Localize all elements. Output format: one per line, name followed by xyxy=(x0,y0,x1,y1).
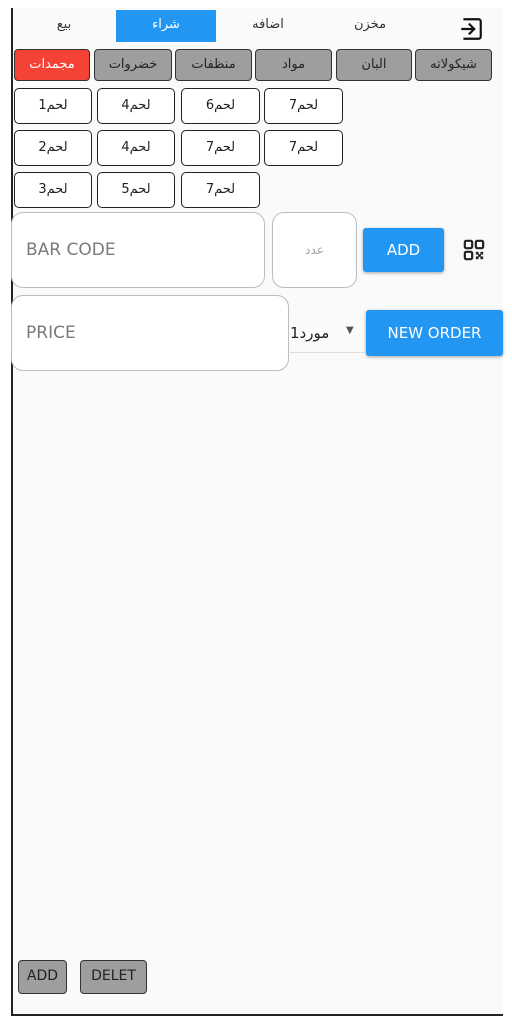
item-button[interactable]: لحم1 xyxy=(14,88,92,124)
qr-code-scanner-icon[interactable] xyxy=(463,239,485,261)
exit-to-app-icon[interactable] xyxy=(458,16,484,42)
tab-sell[interactable]: بيع xyxy=(14,10,114,42)
quantity-field[interactable]: عدد xyxy=(272,212,357,288)
new-order-button[interactable]: NEW ORDER xyxy=(366,310,503,356)
item-button[interactable]: لحم7 xyxy=(264,88,343,124)
price-field[interactable]: PRICE xyxy=(11,295,289,371)
category-vegetables[interactable]: خضروات xyxy=(94,49,172,81)
supplier-dropdown[interactable]: مورد1 ▼ xyxy=(290,318,364,353)
item-button[interactable]: لحم2 xyxy=(14,130,92,166)
item-button[interactable]: لحم7 xyxy=(181,130,260,166)
item-button[interactable]: لحم5 xyxy=(97,172,175,208)
item-button[interactable]: لحم4 xyxy=(97,88,175,124)
category-chocolate[interactable]: شيكولاته xyxy=(415,49,492,81)
arrow-drop-down-icon: ▼ xyxy=(346,325,354,336)
category-frozen[interactable]: مجمدات xyxy=(14,49,90,81)
item-button[interactable]: لحم7 xyxy=(181,172,260,208)
add-item-button[interactable]: ADD xyxy=(363,228,444,272)
category-materials[interactable]: مواد xyxy=(255,49,332,81)
category-dairy[interactable]: البان xyxy=(336,49,412,81)
item-button[interactable]: لحم3 xyxy=(14,172,92,208)
item-button[interactable]: لحم7 xyxy=(264,130,343,166)
price-placeholder: PRICE xyxy=(26,323,76,343)
tab-add[interactable]: اضافه xyxy=(218,10,318,42)
category-cleaners[interactable]: منظفات xyxy=(175,49,252,81)
tab-stock[interactable]: مخزن xyxy=(320,10,420,42)
supplier-selected: مورد1 xyxy=(290,324,330,342)
item-button[interactable]: لحم6 xyxy=(181,88,260,124)
tab-buy[interactable]: شراء xyxy=(116,10,216,42)
add-button[interactable]: ADD xyxy=(18,960,67,994)
item-button[interactable]: لحم4 xyxy=(97,130,175,166)
barcode-placeholder: BAR CODE xyxy=(26,240,116,260)
delete-button[interactable]: DELET xyxy=(80,960,147,994)
quantity-placeholder: عدد xyxy=(305,243,324,257)
barcode-field[interactable]: BAR CODE xyxy=(11,212,265,288)
